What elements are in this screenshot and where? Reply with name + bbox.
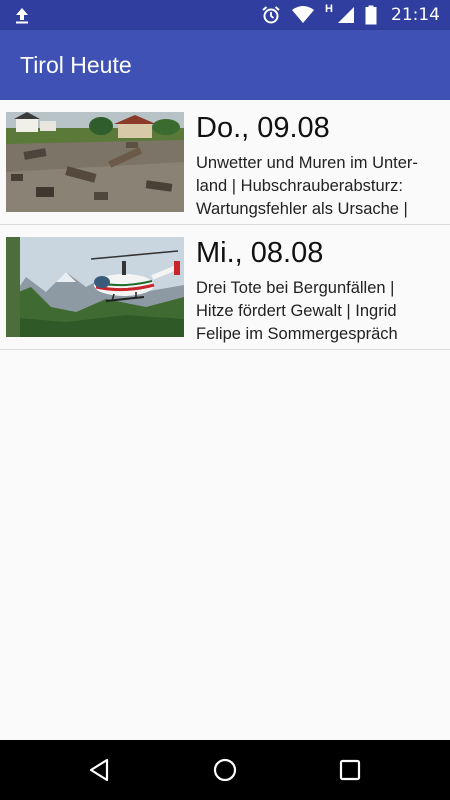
navigation-bar — [0, 740, 450, 800]
mudslide-image — [6, 112, 184, 212]
wifi-icon — [292, 6, 315, 23]
clock: 21:14 — [391, 5, 440, 25]
network-type-label: H — [325, 3, 333, 15]
episode-description: Unwetter und Muren im Unter-land | Hubsc… — [196, 154, 418, 218]
list-item[interactable]: Mi., 08.08 Drei Tote bei Bergunfällen | … — [0, 225, 450, 350]
app-title: Tirol Heute — [20, 52, 132, 78]
app-bar: Tirol Heute — [0, 30, 450, 100]
list-item[interactable]: Do., 09.08 Unwetter und Muren im Unter-l… — [0, 100, 450, 225]
battery-icon — [365, 5, 377, 25]
signal-icon — [338, 7, 354, 23]
episode-date: Mi., 08.08 — [196, 237, 324, 269]
episode-date: Do., 09.08 — [196, 112, 330, 144]
helicopter-image — [6, 237, 184, 337]
alarm-icon — [262, 6, 280, 24]
back-icon[interactable] — [85, 755, 115, 785]
episode-description: Drei Tote bei Bergunfällen | Hitze förde… — [196, 279, 398, 343]
upload-icon — [16, 8, 28, 24]
status-bar: H 21:14 — [0, 0, 450, 30]
episode-list: Do., 09.08 Unwetter und Muren im Unter-l… — [0, 100, 450, 350]
home-icon[interactable] — [210, 755, 240, 785]
recents-icon[interactable] — [335, 755, 365, 785]
